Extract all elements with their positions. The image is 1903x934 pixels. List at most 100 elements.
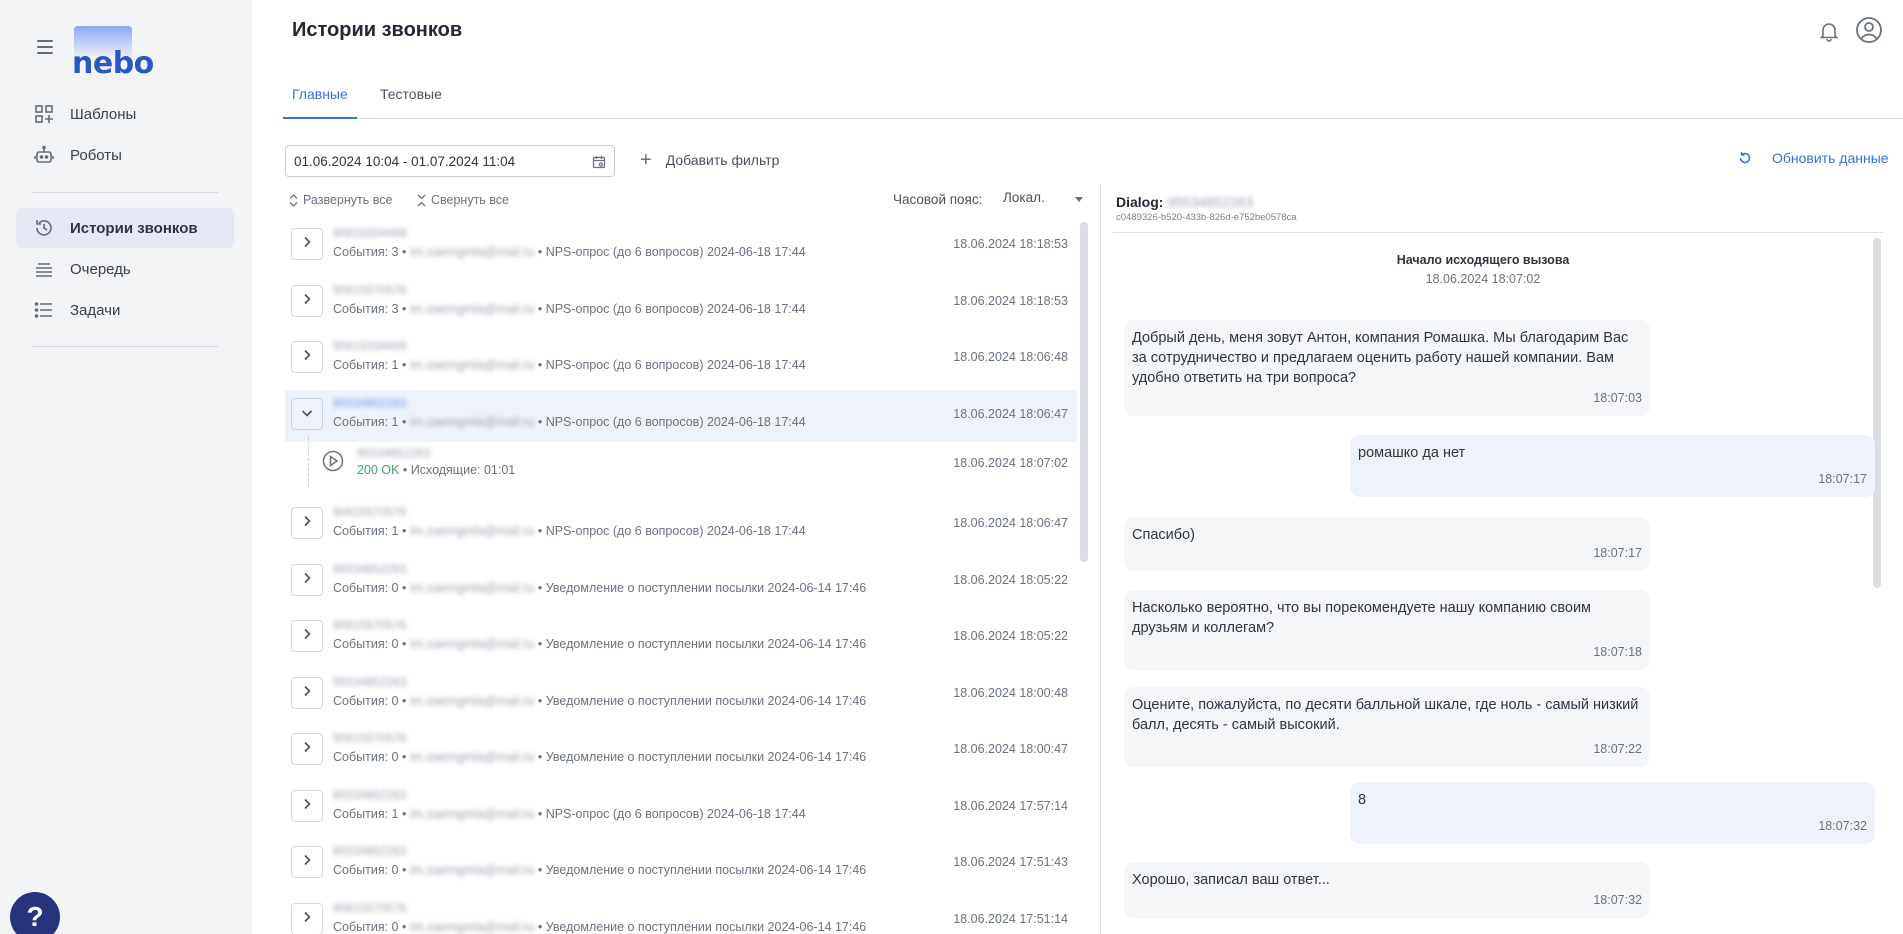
message-time: 18:07:32: [1593, 893, 1642, 907]
tab-main[interactable]: Главные: [283, 86, 357, 119]
event-time: 18.06.2024 18:07:02: [953, 456, 1068, 470]
expand-row-button[interactable]: [291, 228, 323, 260]
chevron-right-icon: [302, 910, 312, 928]
collapse-all-label: Свернуть все: [431, 193, 509, 207]
call-row[interactable]: 90815570576 События: 3 • im.zaemgmla@mail…: [285, 277, 1077, 329]
call-row[interactable]: 90815570576 События: 0 • im.zaemgmla@mail…: [285, 725, 1077, 777]
call-meta: События: 0 • im.zaemgmla@mail.ru • Уведо…: [333, 581, 867, 595]
call-meta: События: 1 • im.zaemgmla@mail.ru • NPS-о…: [333, 807, 806, 821]
call-row[interactable]: 95534852263 События: 0 • im.zaemgmla@mail…: [285, 838, 1077, 890]
message-text: Насколько вероятно, что вы порекомендует…: [1132, 600, 1592, 636]
call-row[interactable]: 95534852263 События: 0 • im.zaemgmla@mail…: [285, 669, 1077, 721]
calendar-icon[interactable]: [592, 155, 606, 169]
expand-all-button[interactable]: Развернуть все: [289, 193, 392, 207]
date-range-input[interactable]: 01.06.2024 10:04 - 01.07.2024 11:04: [285, 145, 615, 177]
call-email: im.zaemgmla@mail.ru: [409, 581, 535, 595]
call-time: 18.06.2024 17:57:14: [953, 799, 1068, 813]
sidebar-divider: [32, 346, 218, 347]
templates-icon: [33, 103, 55, 125]
expand-row-button[interactable]: [291, 903, 323, 934]
call-row[interactable]: 90815570576 События: 1 • im.zaemgmla@mail…: [285, 499, 1077, 551]
call-campaign: NPS-опрос (до 6 вопросов) 2024-06-18 17:…: [545, 302, 806, 316]
tab-test[interactable]: Тестовые: [380, 86, 442, 119]
message-text: Оцените, пожалуйста, по десяти балльной …: [1132, 697, 1639, 733]
dialog-id: c0489326-b520-433b-826d-e752be0578ca: [1116, 212, 1297, 223]
call-time: 18.06.2024 18:00:48: [953, 686, 1068, 700]
menu-icon[interactable]: [37, 40, 53, 54]
call-time: 18.06.2024 17:51:43: [953, 855, 1068, 869]
expand-row-button[interactable]: [291, 507, 323, 539]
call-campaign: NPS-опрос (до 6 вопросов) 2024-06-18 17:…: [545, 524, 806, 538]
expand-row-button[interactable]: [291, 677, 323, 709]
call-number: 90815334469: [333, 226, 407, 240]
sidebar-item-queue[interactable]: Очередь: [16, 249, 234, 289]
sidebar-divider: [32, 192, 218, 193]
expand-row-button[interactable]: [291, 790, 323, 822]
call-campaign: NPS-опрос (до 6 вопросов) 2024-06-18 17:…: [545, 358, 806, 372]
call-row[interactable]: 90815570576 События: 0 • im.zaemgmla@mail…: [285, 895, 1077, 934]
sidebar-item-robots[interactable]: Роботы: [16, 135, 234, 175]
expand-row-button[interactable]: [291, 564, 323, 596]
call-event-row[interactable]: 95534852263 200 OK • Исходящие: 01:01 18…: [285, 437, 1077, 487]
call-number: 90815570576: [333, 283, 407, 297]
nebo-logo[interactable]: nebo: [72, 26, 154, 81]
call-events: События: 0: [333, 637, 399, 651]
call-email: im.zaemgmla@mail.ru: [409, 524, 535, 538]
call-events: События: 1: [333, 807, 399, 821]
call-row[interactable]: 95534852263 События: 0 • im.zaemgmla@mail…: [285, 556, 1077, 608]
expand-row-button[interactable]: [291, 285, 323, 317]
expand-row-button[interactable]: [291, 341, 323, 373]
add-filter-button[interactable]: + Добавить фильтр: [640, 150, 779, 170]
user-avatar-icon[interactable]: [1855, 16, 1883, 44]
call-events: События: 1: [333, 358, 399, 372]
collapse-icon: [417, 194, 426, 206]
bot-message-bubble: Спасибо) 18:07:17: [1124, 517, 1650, 571]
call-row[interactable]: 90815570576 События: 0 • im.zaemgmla@mail…: [285, 612, 1077, 664]
user-message-bubble: 8 18:07:32: [1350, 782, 1875, 844]
help-button[interactable]: ?: [10, 892, 60, 934]
call-email: im.zaemgmla@mail.ru: [409, 920, 535, 934]
play-icon[interactable]: [322, 450, 344, 472]
chevron-down-icon: [1075, 197, 1083, 202]
dialog-scrollbar[interactable]: [1873, 238, 1881, 588]
call-row[interactable]: 95534852263 События: 1 • im.zaemgmla@mail…: [285, 390, 1077, 442]
call-email: im.zaemgmla@mail.ru: [409, 415, 535, 429]
sidebar-item-templates[interactable]: Шаблоны: [16, 94, 234, 134]
refresh-button[interactable]: Обновить данные: [1738, 150, 1889, 166]
chevron-right-icon: [302, 740, 312, 758]
call-time: 18.06.2024 18:00:47: [953, 742, 1068, 756]
expand-icon: [289, 193, 298, 207]
expand-row-button[interactable]: [291, 620, 323, 652]
sidebar-item-label: Задачи: [70, 301, 121, 319]
collapse-all-button[interactable]: Свернуть все: [417, 193, 509, 207]
tabs-bar: Главные Тестовые: [283, 78, 1903, 119]
call-campaign: Уведомление о поступлении посылки 2024-0…: [545, 750, 867, 764]
message-time: 18:07:03: [1593, 391, 1642, 405]
call-email: im.zaemgmla@mail.ru: [409, 863, 535, 877]
timezone-label: Часовой пояс:: [893, 192, 983, 207]
timezone-select[interactable]: Локал.: [1003, 190, 1083, 210]
call-meta: События: 3 • im.zaemgmla@mail.ru • NPS-о…: [333, 245, 806, 259]
sidebar-item-tasks[interactable]: Задачи: [16, 290, 234, 330]
expand-row-button[interactable]: [291, 733, 323, 765]
call-meta: События: 0 • im.zaemgmla@mail.ru • Уведо…: [333, 920, 867, 934]
sidebar-item-label: Шаблоны: [70, 105, 137, 123]
call-campaign: Уведомление о поступлении посылки 2024-0…: [545, 581, 867, 595]
list-scrollbar[interactable]: [1080, 222, 1088, 562]
call-meta: События: 3 • im.zaemgmla@mail.ru • NPS-о…: [333, 302, 806, 316]
bell-icon[interactable]: [1818, 20, 1840, 42]
call-email: im.zaemgmla@mail.ru: [409, 694, 535, 708]
expand-row-button[interactable]: [291, 846, 323, 878]
call-campaign: NPS-опрос (до 6 вопросов) 2024-06-18 17:…: [545, 415, 806, 429]
sidebar-item-call-history[interactable]: Истории звонков: [16, 208, 234, 248]
call-row[interactable]: 90815334469 События: 1 • im.zaemgmla@mail…: [285, 333, 1077, 385]
refresh-icon: [1739, 152, 1751, 164]
call-time: 18.06.2024 18:05:22: [953, 629, 1068, 643]
call-row[interactable]: 90815334469 События: 3 • im.zaemgmla@mail…: [285, 220, 1077, 272]
call-email: im.zaemgmla@mail.ru: [409, 358, 535, 372]
collapse-row-button[interactable]: [291, 398, 323, 430]
call-row[interactable]: 95534852263 События: 1 • im.zaemgmla@mail…: [285, 782, 1077, 834]
call-time: 18.06.2024 18:06:48: [953, 350, 1068, 364]
call-campaign: Уведомление о поступлении посылки 2024-0…: [545, 694, 867, 708]
call-meta: События: 1 • im.zaemgmla@mail.ru • NPS-о…: [333, 358, 806, 372]
